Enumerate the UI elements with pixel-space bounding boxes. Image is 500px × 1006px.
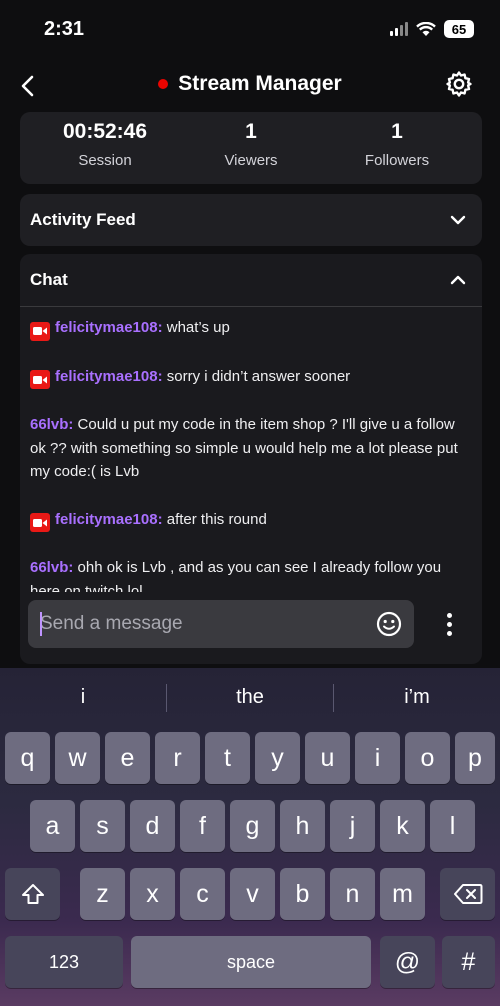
- chat-username[interactable]: felicitymae108:: [55, 511, 163, 528]
- more-options-button[interactable]: [442, 610, 456, 638]
- chat-username[interactable]: felicitymae108:: [55, 319, 163, 336]
- backspace-key[interactable]: [440, 868, 495, 920]
- status-icons: 65: [390, 20, 474, 38]
- key-v[interactable]: v: [230, 868, 275, 920]
- suggestion-2[interactable]: the: [167, 686, 333, 709]
- key-q[interactable]: q: [5, 732, 50, 784]
- at-key[interactable]: @: [380, 936, 435, 988]
- settings-button[interactable]: [444, 69, 474, 99]
- stat-value: 1: [391, 120, 403, 143]
- nav-bar: Stream Manager: [0, 60, 500, 112]
- key-w[interactable]: w: [55, 732, 100, 784]
- hash-key[interactable]: #: [442, 936, 495, 988]
- key-y[interactable]: y: [255, 732, 300, 784]
- page-title: Stream Manager: [178, 72, 342, 95]
- space-key[interactable]: space: [131, 936, 371, 988]
- key-j[interactable]: j: [330, 800, 375, 852]
- gear-icon: [446, 71, 472, 97]
- stats-card: 00:52:46 Session 1 Viewers 1 Followers: [20, 112, 482, 184]
- key-n[interactable]: n: [330, 868, 375, 920]
- stat-value: 1: [245, 120, 257, 143]
- key-b[interactable]: b: [280, 868, 325, 920]
- status-bar: 2:31 65: [0, 0, 500, 60]
- predictive-bar: i the i’m: [0, 668, 500, 728]
- key-k[interactable]: k: [380, 800, 425, 852]
- nav-title-wrap: Stream Manager: [0, 72, 500, 96]
- dot: [446, 630, 452, 636]
- key-r[interactable]: r: [155, 732, 200, 784]
- key-f[interactable]: f: [180, 800, 225, 852]
- key-t[interactable]: t: [205, 732, 250, 784]
- status-time: 2:31: [44, 18, 85, 40]
- smiley-icon: [376, 611, 402, 637]
- dot: [446, 612, 452, 618]
- chat-message: felicitymae108: after this round: [30, 508, 470, 532]
- key-d[interactable]: d: [130, 800, 175, 852]
- wifi-icon: [416, 21, 436, 36]
- stat-label: Session: [78, 152, 132, 169]
- chat-message-input[interactable]: [28, 600, 414, 648]
- key-x[interactable]: x: [130, 868, 175, 920]
- stat-followers: 1 Followers: [322, 120, 472, 169]
- activity-feed-header[interactable]: Activity Feed: [20, 194, 482, 246]
- chat-text: what’s up: [162, 319, 230, 336]
- shift-arrow-icon: [21, 884, 44, 904]
- broadcaster-badge-icon: [30, 513, 50, 532]
- chat-username[interactable]: 66lvb:: [30, 416, 73, 433]
- stat-label: Followers: [364, 152, 430, 169]
- suggestion-3[interactable]: i’m: [334, 686, 500, 709]
- chat-input-row: [28, 600, 468, 648]
- dot: [446, 621, 452, 627]
- key-g[interactable]: g: [230, 800, 275, 852]
- stat-viewers: 1 Viewers: [176, 120, 326, 169]
- backspace-icon: [453, 884, 482, 904]
- stat-session: 00:52:46 Session: [30, 120, 180, 169]
- broadcaster-badge-icon: [30, 370, 50, 389]
- activity-feed-title: Activity Feed: [30, 210, 136, 229]
- live-indicator-icon: [158, 79, 169, 89]
- chat-text: sorry i didn’t answer sooner: [162, 367, 351, 385]
- chat-username[interactable]: 66lvb:: [30, 559, 73, 576]
- cellular-signal-icon: [390, 22, 408, 36]
- key-s[interactable]: s: [80, 800, 125, 852]
- broadcaster-badge-icon: [30, 321, 50, 341]
- chat-header[interactable]: Chat: [20, 254, 482, 306]
- chevron-down-icon[interactable]: [448, 210, 468, 230]
- key-l[interactable]: l: [430, 800, 475, 852]
- key-c[interactable]: c: [180, 868, 225, 920]
- chat-message: 66lvb: Could u put my code in the item s…: [30, 413, 470, 484]
- keyboard: i the i’m q w e r t y u i o p a s d f g …: [0, 668, 500, 1006]
- stat-value: 00:52:46: [62, 120, 148, 143]
- chat-title: Chat: [30, 270, 68, 289]
- key-u[interactable]: u: [305, 732, 350, 784]
- battery-indicator: 65: [444, 20, 474, 38]
- chat-message: 66lvb: ohh ok is Lvb , and as you can se…: [30, 556, 470, 592]
- chat-username[interactable]: felicitymae108:: [55, 368, 163, 385]
- text-caret: [40, 612, 42, 636]
- activity-feed-panel[interactable]: Activity Feed: [20, 194, 482, 246]
- suggestion-1[interactable]: i: [0, 686, 166, 709]
- key-h[interactable]: h: [280, 800, 325, 852]
- key-z[interactable]: z: [80, 868, 125, 920]
- key-i[interactable]: i: [355, 732, 400, 784]
- shift-key[interactable]: [5, 868, 60, 920]
- chat-text: after this round: [162, 510, 267, 528]
- chat-text: ohh ok is Lvb , and as you can see I alr…: [30, 559, 442, 592]
- chat-message: felicitymae108: what’s up: [30, 316, 470, 341]
- key-m[interactable]: m: [380, 868, 425, 920]
- emoji-button[interactable]: [376, 611, 402, 637]
- divider: [20, 306, 482, 307]
- key-o[interactable]: o: [405, 732, 450, 784]
- stat-label: Viewers: [224, 152, 278, 169]
- key-p[interactable]: p: [455, 732, 495, 784]
- chat-message: felicitymae108: sorry i didn’t answer so…: [30, 365, 470, 389]
- numbers-key[interactable]: 123: [5, 936, 123, 988]
- chevron-up-icon[interactable]: [448, 270, 468, 290]
- chat-text: Could u put my code in the item shop ? I…: [30, 416, 458, 480]
- chat-message-list[interactable]: felicitymae108: what’s up felicitymae108…: [30, 316, 470, 592]
- key-e[interactable]: e: [105, 732, 150, 784]
- key-a[interactable]: a: [30, 800, 75, 852]
